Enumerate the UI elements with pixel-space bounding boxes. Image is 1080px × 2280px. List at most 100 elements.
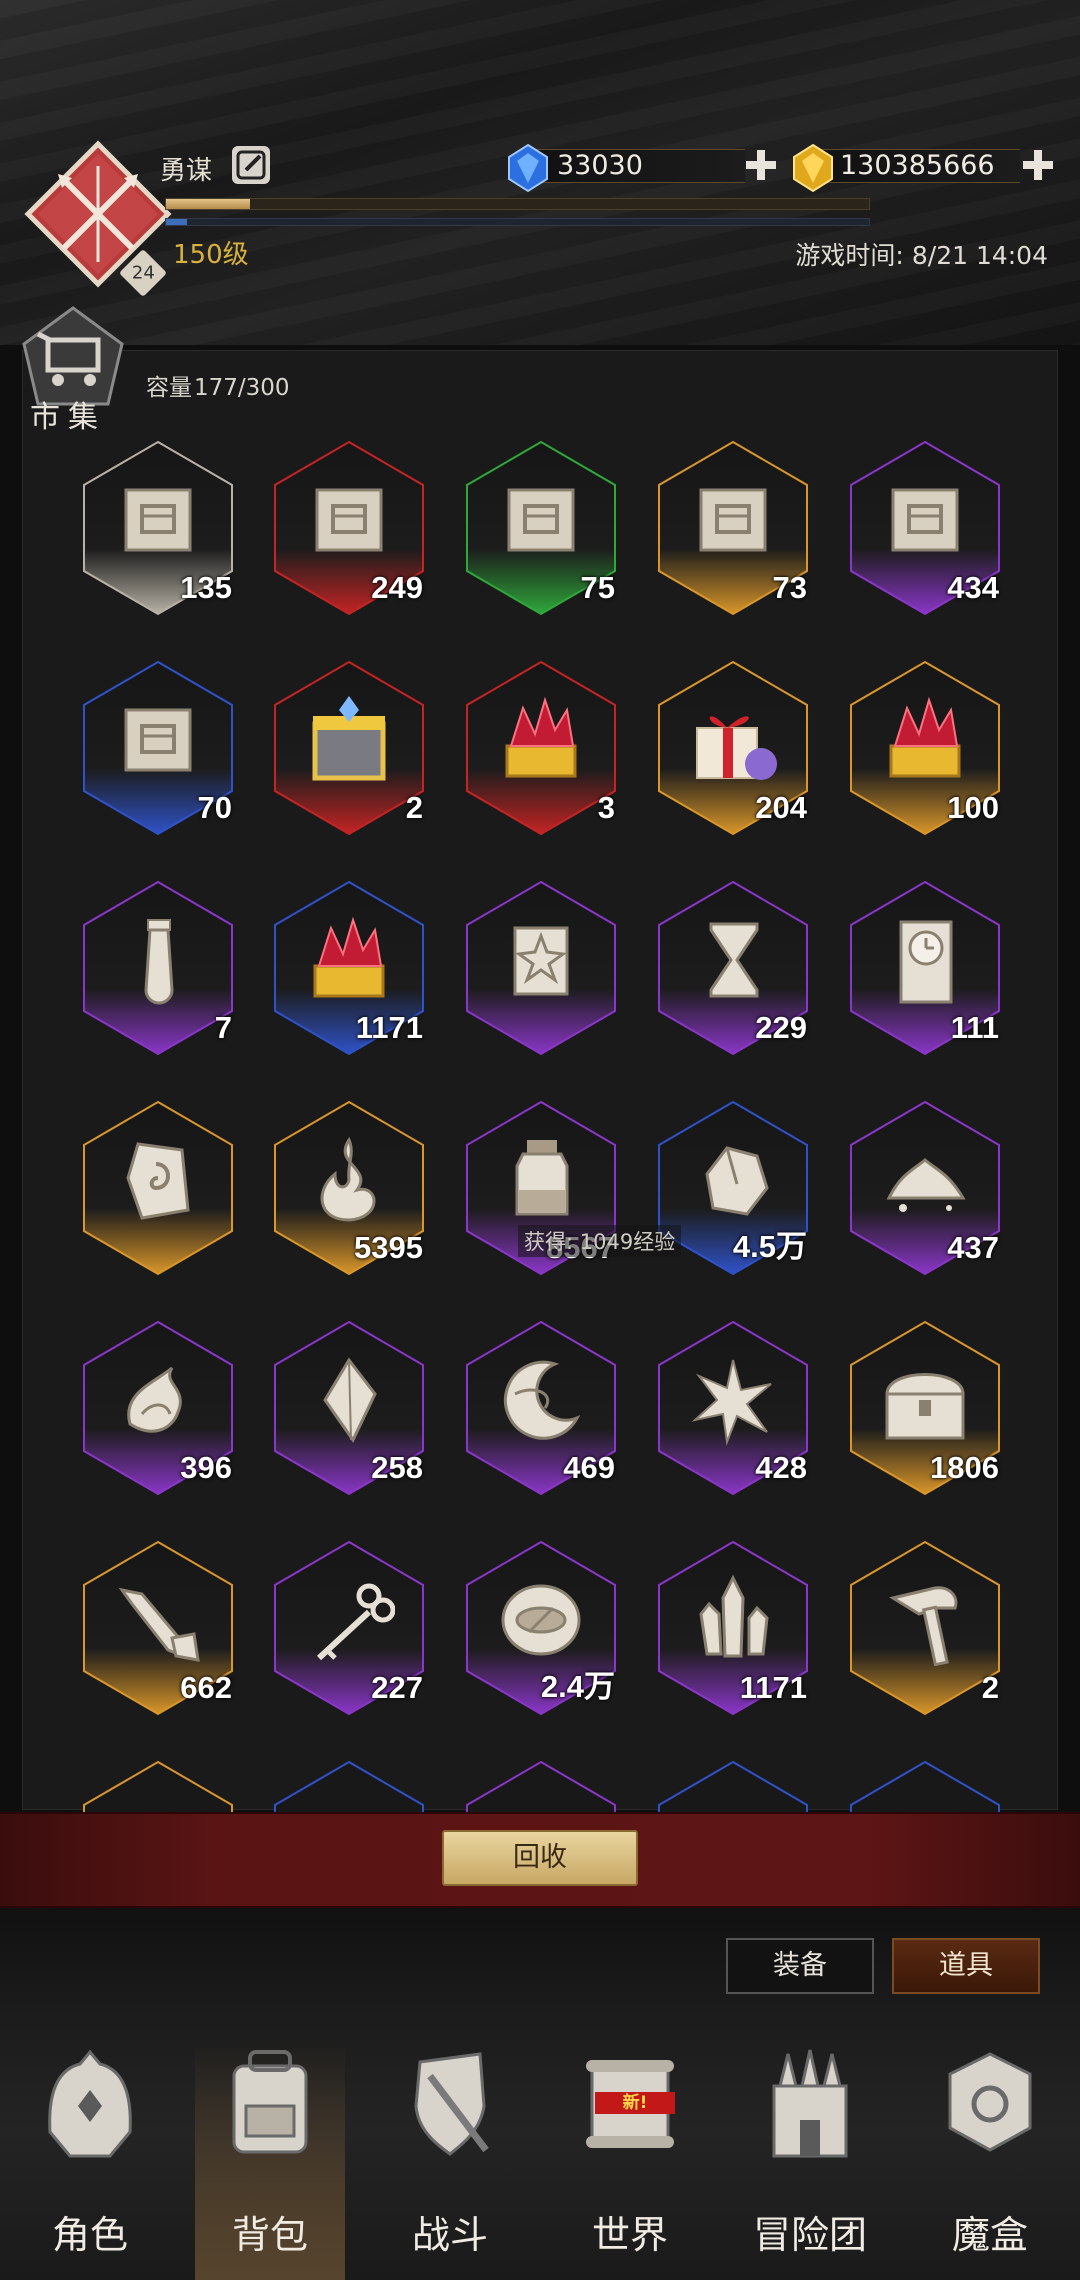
item-count: 1171 [355, 1010, 423, 1045]
secondary-progress-fill [166, 219, 188, 225]
inventory-item[interactable]: 3 [465, 660, 617, 836]
gem-amount: 33030 [557, 150, 643, 181]
new-badge: 新! [595, 2092, 675, 2114]
map-chest-icon [891, 488, 959, 552]
inventory-item-partial[interactable] [82, 1760, 234, 1812]
experience-bar [165, 198, 870, 210]
market-label: 市集 [30, 400, 106, 435]
inventory-item[interactable]: 662 [82, 1540, 234, 1716]
item-count: 229 [755, 1010, 807, 1045]
inventory-item[interactable]: 100 [849, 660, 1001, 836]
map-chest-icon [315, 488, 383, 552]
inventory-item[interactable]: 249 [273, 440, 425, 616]
item-count: 2 [981, 1670, 999, 1705]
ruby-chest-icon [505, 696, 577, 778]
map-chest-icon [699, 488, 767, 552]
inventory-item[interactable]: 75 [465, 440, 617, 616]
inventory-item[interactable]: 428 [657, 1320, 809, 1496]
crystal-sword-icon [118, 1587, 200, 1662]
item-count: 73 [772, 570, 807, 605]
item-frame [274, 1760, 424, 1812]
nav-label: 角色 [51, 2213, 128, 2257]
nav-label: 战斗 [411, 2213, 488, 2257]
treasure-chest-icon [885, 1373, 965, 1440]
nav-adventure-team[interactable]: 冒险团 [735, 2042, 885, 2280]
recycle-button[interactable]: 回收 [442, 1830, 638, 1886]
inventory-item[interactable] [82, 1100, 234, 1276]
item-count: 249 [371, 570, 423, 605]
inventory-item[interactable]: 469 [465, 1320, 617, 1496]
nav-backpack[interactable]: 背包 [195, 2042, 345, 2280]
gold-currency: 130385666 [790, 143, 1060, 193]
inventory-item[interactable]: 1806 [849, 1320, 1001, 1496]
inventory-item[interactable]: 396 [82, 1320, 234, 1496]
map-chest-icon [507, 488, 575, 552]
reward-tooltip: 获得: 1049经验 [518, 1225, 682, 1257]
inventory-item[interactable]: 2 [273, 660, 425, 836]
add-gold-icon[interactable] [1020, 147, 1056, 183]
inventory-item[interactable]: 1171 [657, 1540, 809, 1716]
gold-box-icon [312, 696, 386, 781]
item-frame [658, 1760, 808, 1812]
blue-crystal-icon [508, 143, 548, 193]
inventory-item[interactable]: 135 [82, 440, 234, 616]
item-count: 437 [947, 1230, 999, 1265]
player-level: 150级 [173, 240, 249, 270]
nav-character[interactable]: 角色 [15, 2042, 165, 2280]
item-count: 227 [371, 1670, 423, 1705]
tab-equipment[interactable]: 装备 [726, 1938, 874, 1994]
rune-stone-icon [126, 1142, 190, 1220]
inventory-item[interactable]: 204 [657, 660, 809, 836]
inventory-item[interactable]: 434 [849, 440, 1001, 616]
gold-amount: 130385666 [840, 150, 995, 181]
inventory-item-partial[interactable] [849, 1760, 1001, 1812]
inventory-item[interactable]: 5395 [273, 1100, 425, 1276]
moon-icon [503, 1360, 581, 1440]
nav-label: 背包 [231, 2213, 308, 2257]
inventory-item[interactable] [465, 880, 617, 1056]
eye-icon [501, 1584, 581, 1656]
inventory-item[interactable]: 70 [82, 660, 234, 836]
inventory-item[interactable]: 73 [657, 440, 809, 616]
inventory-item[interactable]: 2 [849, 1540, 1001, 1716]
tab-items[interactable]: 道具 [892, 1938, 1040, 1994]
flame-icon [320, 1136, 376, 1222]
item-count: 434 [947, 570, 999, 605]
nav-world[interactable]: 新! 世界 [555, 2042, 705, 2280]
item-count: 1171 [739, 1670, 807, 1705]
player-name: 勇谋 [160, 156, 213, 186]
item-count: 1806 [930, 1450, 999, 1485]
nav-battle[interactable]: 战斗 [375, 2042, 525, 2280]
item-count: 135 [180, 570, 232, 605]
gift-box-icon [696, 716, 777, 780]
add-gems-icon[interactable] [743, 147, 779, 183]
capacity-label: 容量 [146, 375, 192, 401]
castle-icon [772, 2049, 848, 2158]
inventory-item[interactable]: 1171 [273, 880, 425, 1056]
inventory-item-partial[interactable] [465, 1760, 617, 1812]
item-count: 2.4万 [540, 1669, 615, 1704]
nav-magic-box[interactable]: 魔盒 [915, 2042, 1065, 2280]
capacity-value: 177/300 [194, 375, 290, 401]
inventory-item[interactable]: 111 [849, 880, 1001, 1056]
ruby-chest-icon [313, 916, 385, 998]
dust-icon [886, 1158, 966, 1212]
magic-cube-icon [948, 2052, 1032, 2152]
backpack-icon [232, 2050, 308, 2154]
game-time: 游戏时间: 8/21 14:04 [795, 236, 1048, 272]
inventory-item[interactable]: 437 [849, 1100, 1001, 1276]
item-count: 100 [947, 790, 999, 825]
edit-name-icon[interactable] [232, 146, 270, 184]
item-frame [850, 1760, 1000, 1812]
inventory-item-partial[interactable] [273, 1760, 425, 1812]
inventory-item[interactable]: 7 [82, 880, 234, 1056]
map-chest-icon [124, 708, 192, 772]
ruby-chest-icon [889, 696, 961, 778]
inventory-item[interactable]: 229 [657, 880, 809, 1056]
inventory-item[interactable]: 2.4万 [465, 1540, 617, 1716]
gold-crystal-icon [793, 143, 833, 193]
helmet-icon [48, 2049, 132, 2158]
inventory-item[interactable]: 258 [273, 1320, 425, 1496]
inventory-item-partial[interactable] [657, 1760, 809, 1812]
inventory-item[interactable]: 227 [273, 1540, 425, 1716]
